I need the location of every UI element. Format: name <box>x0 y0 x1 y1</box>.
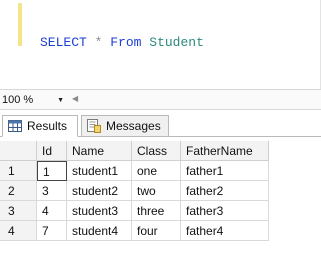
cell-id[interactable]: 7 <box>37 221 67 241</box>
messages-icon <box>86 119 102 133</box>
cell-class[interactable]: three <box>132 201 181 221</box>
table-name: Student <box>149 35 204 50</box>
scroll-left-icon[interactable]: ◀ <box>72 94 78 103</box>
tab-results[interactable]: Results <box>2 115 78 137</box>
tab-messages[interactable]: Messages <box>81 115 169 137</box>
column-header-fathername[interactable]: FatherName <box>181 141 269 161</box>
corner-cell[interactable] <box>0 141 37 161</box>
select-keyword: SELECT <box>40 35 87 50</box>
cell-name[interactable]: student2 <box>67 181 132 201</box>
editor-status-strip: 100 % ▼ ◀ <box>0 89 321 110</box>
cell-fathername[interactable]: father3 <box>181 201 269 221</box>
chevron-down-icon[interactable]: ▼ <box>57 97 64 104</box>
star-operator: * <box>94 35 103 50</box>
table-row[interactable]: 4 7 student4 four father4 <box>0 221 269 241</box>
row-number[interactable]: 1 <box>0 161 37 181</box>
zoom-value: 100 % <box>2 94 34 106</box>
table-row[interactable]: 1 1 student1 one father1 <box>0 161 269 181</box>
table-row[interactable]: 3 4 student3 three father3 <box>0 201 269 221</box>
column-header-id[interactable]: Id <box>37 141 67 161</box>
cell-id[interactable]: 3 <box>37 181 67 201</box>
zoom-select[interactable]: 100 % ▼ <box>0 92 66 108</box>
sql-line[interactable]: SELECT * From Student <box>40 36 204 50</box>
cell-class[interactable]: four <box>132 221 181 241</box>
grid-icon <box>7 119 23 133</box>
from-keyword: From <box>110 35 142 50</box>
cell-name[interactable]: student3 <box>67 201 132 221</box>
cell-class[interactable]: two <box>132 181 181 201</box>
cell-fathername[interactable]: father1 <box>181 161 269 181</box>
tab-messages-label: Messages <box>106 119 161 133</box>
cell-id[interactable]: 4 <box>37 201 67 221</box>
cell-fathername[interactable]: father4 <box>181 221 269 241</box>
query-editor[interactable]: SELECT * From Student <box>0 0 321 89</box>
change-indicator-bar <box>18 3 22 46</box>
cell-id[interactable]: 1 <box>37 161 67 181</box>
cell-class[interactable]: one <box>132 161 181 181</box>
column-header-class[interactable]: Class <box>132 141 181 161</box>
tab-results-label: Results <box>27 119 68 133</box>
row-number[interactable]: 3 <box>0 201 37 221</box>
grid-header-row: Id Name Class FatherName <box>0 141 269 161</box>
table-row[interactable]: 2 3 student2 two father2 <box>0 181 269 201</box>
row-number[interactable]: 4 <box>0 221 37 241</box>
cell-name[interactable]: student1 <box>67 161 132 181</box>
cell-fathername[interactable]: father2 <box>181 181 269 201</box>
row-number[interactable]: 2 <box>0 181 37 201</box>
results-grid[interactable]: Id Name Class FatherName 1 1 student1 on… <box>0 141 269 244</box>
column-header-name[interactable]: Name <box>67 141 132 161</box>
cell-name[interactable]: student4 <box>67 221 132 241</box>
result-tabs: Results Messages <box>0 113 321 138</box>
